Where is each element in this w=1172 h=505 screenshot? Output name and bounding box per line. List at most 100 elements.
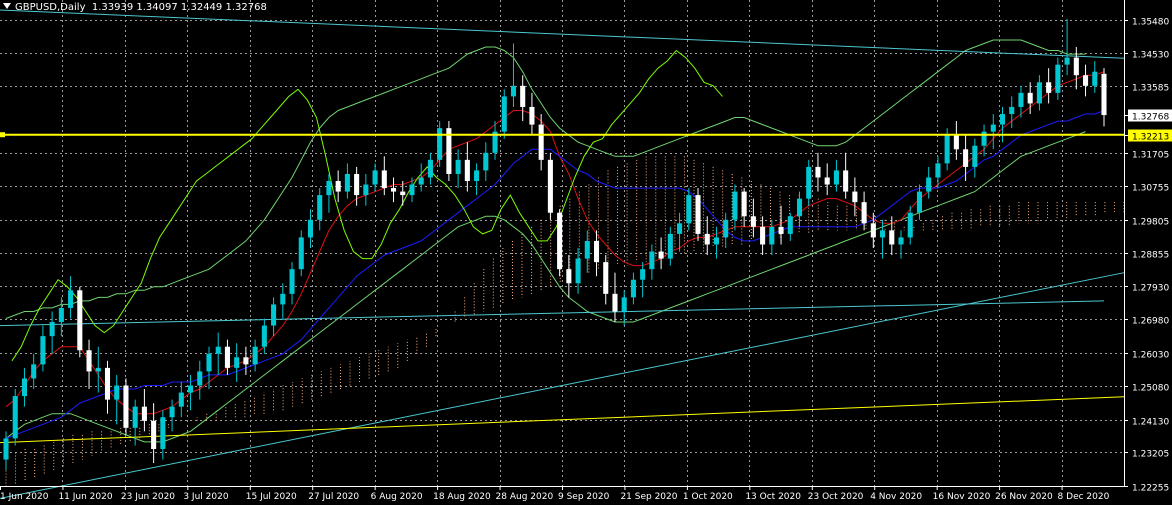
time-label: 3 Jul 2020 <box>183 492 228 502</box>
candle-bull <box>280 293 286 305</box>
candle-bull <box>926 177 932 192</box>
candle-bull <box>584 240 590 259</box>
candle-bull <box>114 385 120 400</box>
candle-bull <box>68 290 74 308</box>
candle-bear <box>529 106 535 125</box>
candle-bull <box>427 159 433 178</box>
candle-bull <box>418 177 424 185</box>
candle-bull <box>31 364 37 379</box>
candle-bear <box>695 195 701 234</box>
candle-bear <box>243 357 249 365</box>
candle-bear <box>104 367 111 400</box>
candle-bull <box>95 367 101 372</box>
candle-bull <box>1009 106 1015 115</box>
triangle-down-icon <box>3 3 11 9</box>
candle-bear <box>658 251 664 259</box>
price-label: 1.31705 <box>1132 151 1169 161</box>
candle-bear <box>224 346 230 368</box>
candle-bull <box>455 159 461 174</box>
candle-bear <box>843 170 849 192</box>
time-label: 13 Oct 2020 <box>745 492 801 502</box>
price-chart[interactable]: 1.35480 1.34530 1.33585 1.32768 1.32213 1.317… <box>0 0 1172 505</box>
price-label: 1.25080 <box>1132 384 1169 394</box>
candle-bull <box>289 269 295 294</box>
candle-bear <box>870 223 876 238</box>
candle-bull <box>234 357 240 368</box>
candle-bull <box>344 173 350 192</box>
price-label: 1.33585 <box>1132 84 1169 94</box>
candle-bear <box>86 350 92 372</box>
time-label: 23 Jun 2020 <box>121 492 175 502</box>
candle-bull <box>1018 92 1024 107</box>
candle-bull <box>271 304 277 326</box>
time-label: 16 Nov 2020 <box>933 492 991 502</box>
candle-bull <box>916 191 922 213</box>
candle-bull <box>12 396 18 439</box>
bollinger-upper-line <box>5 39 1086 319</box>
candle-bear <box>400 191 406 196</box>
price-label: 1.22255 <box>1132 484 1169 494</box>
candle-bull <box>437 128 443 160</box>
symbol-label: GBPUSD,Daily <box>15 2 86 13</box>
candle-bull <box>510 85 517 97</box>
time-label: 8 Dec 2020 <box>1058 492 1110 502</box>
candle-bull <box>409 184 415 196</box>
candle-bull <box>372 170 378 185</box>
price-label: 1.26030 <box>1132 351 1169 361</box>
candle-bear <box>612 293 618 312</box>
chart-header: GBPUSD,Daily 1.33939 1.34097 1.32449 1.3… <box>3 2 267 13</box>
candle-bull <box>363 184 369 196</box>
candle-bull <box>169 406 175 418</box>
candle-bear <box>335 181 341 192</box>
chart-grid <box>0 0 1125 487</box>
candle-bull <box>621 297 627 312</box>
candle-bear <box>77 290 83 351</box>
hline-handle-left <box>0 132 5 138</box>
candle-bear <box>390 188 397 192</box>
candle-bull <box>197 371 203 386</box>
time-label: 15 Jul 2020 <box>246 492 297 502</box>
candle-bull <box>160 417 166 449</box>
time-label: 9 Sep 2020 <box>558 492 610 502</box>
candle-bull <box>787 216 793 234</box>
candle-bear <box>381 170 387 189</box>
candle-bull <box>723 219 729 238</box>
candle-bull <box>649 251 655 270</box>
candle-bull <box>1055 64 1061 93</box>
candle-bull <box>40 336 46 365</box>
time-label: 6 Aug 2020 <box>371 492 423 502</box>
candle-bull <box>732 191 738 220</box>
candle-bear <box>815 166 821 178</box>
candle-bear <box>593 240 600 263</box>
candle-bull <box>501 96 507 132</box>
kijun-sen-line <box>5 110 1105 439</box>
candle-bull <box>1064 57 1070 65</box>
price-label: 1.27930 <box>1132 284 1169 294</box>
candle-bull <box>1092 71 1098 86</box>
candle-bull <box>833 170 839 185</box>
candle-bull <box>667 233 673 259</box>
candle-bear <box>963 149 969 167</box>
candle-bear <box>750 216 756 227</box>
candle-bear <box>741 191 747 217</box>
candle-bull <box>796 198 803 217</box>
price-label: 1.32213 <box>1132 133 1169 143</box>
time-label: 18 Aug 2020 <box>433 492 491 502</box>
candle-bear <box>861 202 867 224</box>
candle-bull <box>474 170 480 182</box>
candle-bull <box>178 392 184 407</box>
time-axis: 1 Jun 2020 11 Jun 2020 23 Jun 2020 3 Jul 20… <box>0 486 1110 502</box>
candle-bear <box>778 226 784 234</box>
candle-bull <box>907 212 913 238</box>
candle-bear <box>464 159 470 182</box>
candle-bear <box>151 420 157 449</box>
time-label: 11 Jun 2020 <box>58 492 112 502</box>
time-label: 1 Oct 2020 <box>683 492 733 502</box>
candle-bull <box>483 152 489 171</box>
candle-bull <box>215 346 221 354</box>
candle-bull <box>307 219 314 238</box>
candle-bull <box>990 124 996 132</box>
candle-bull <box>944 135 950 164</box>
time-label: 1 Jun 2020 <box>0 492 49 502</box>
candle-bull <box>317 195 323 220</box>
